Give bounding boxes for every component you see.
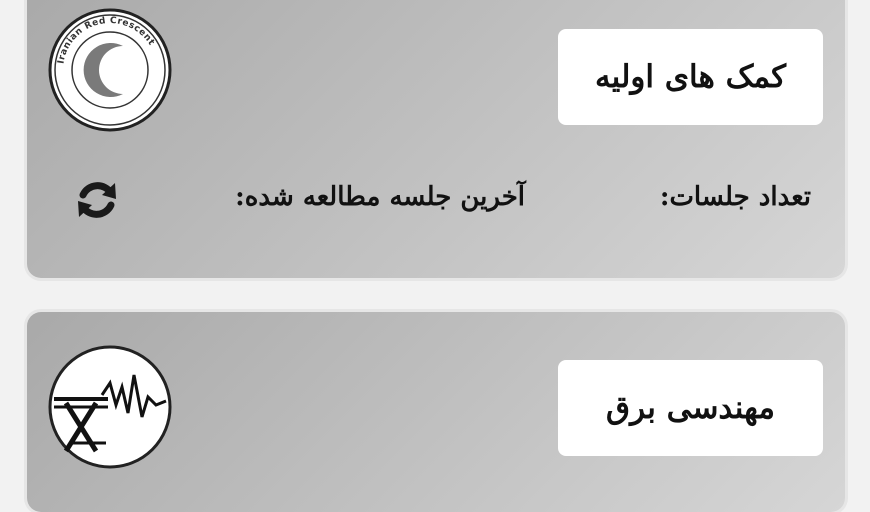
refresh-icon <box>78 182 116 218</box>
refresh-button[interactable] <box>67 170 127 230</box>
electrical-engineering-logo-icon <box>48 345 172 469</box>
red-crescent-logo-icon: Iranian Red Crescent <box>48 8 172 132</box>
course-title: کمک های اولیه <box>558 29 823 125</box>
course-title: مهندسی برق <box>558 360 823 456</box>
last-session-label: آخرین جلسه مطالعه شده: <box>235 182 525 212</box>
course-card-first-aid[interactable]: کمک های اولیه Iranian Red Crescent تعداد… <box>27 0 845 278</box>
sessions-count-label: تعداد جلسات: <box>659 182 811 212</box>
course-card-electrical-engineering[interactable]: مهندسی برق <box>27 312 845 512</box>
